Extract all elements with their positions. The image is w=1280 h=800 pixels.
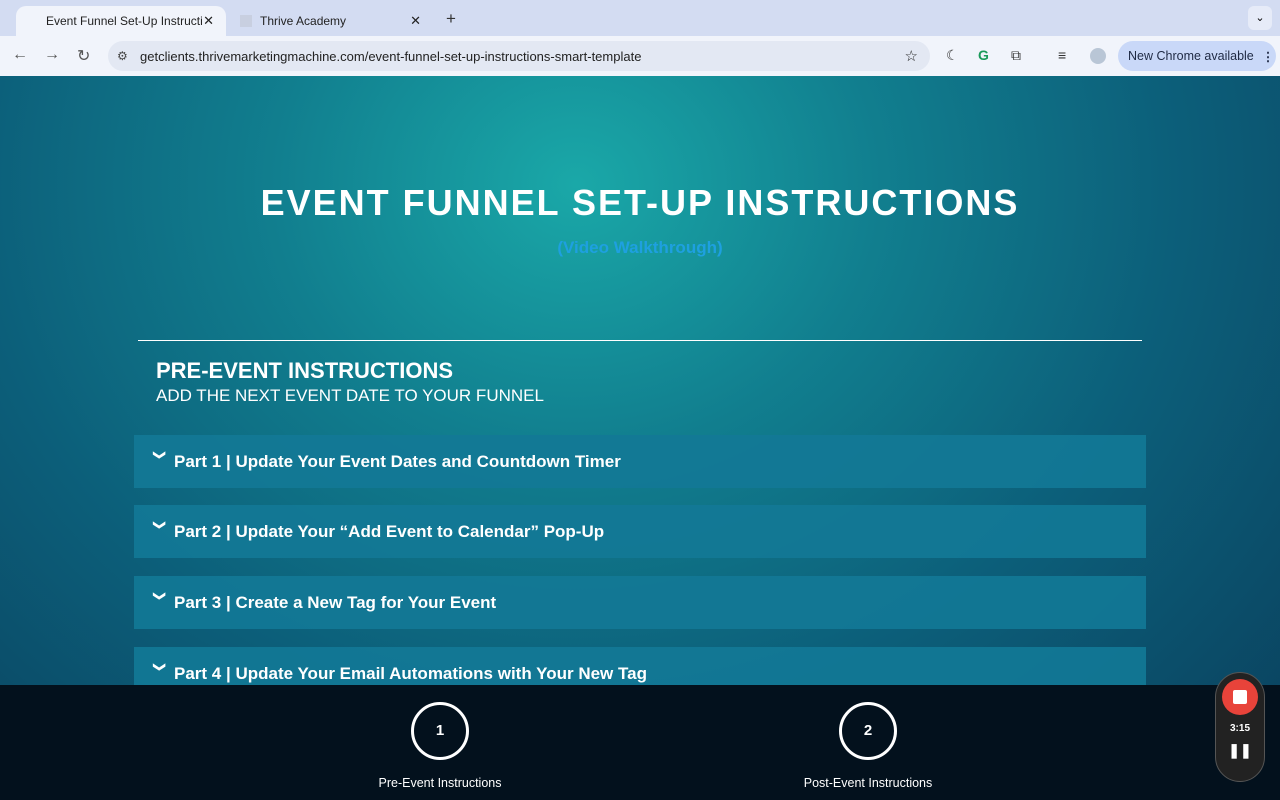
- step-number: 2: [839, 702, 897, 760]
- close-tab-icon[interactable]: ✕: [410, 13, 421, 29]
- menu-dots-icon[interactable]: ⋮: [1262, 49, 1275, 64]
- tab-thrive-academy[interactable]: Thrive Academy ✕: [228, 6, 433, 36]
- step-post-event[interactable]: 2 Post-Event Instructions: [768, 702, 968, 790]
- tab-event-funnel[interactable]: Event Funnel Set-Up Instructi ✕: [16, 6, 226, 36]
- extension-icon[interactable]: ☾: [946, 47, 959, 64]
- new-chrome-available-button[interactable]: New Chrome available ⋮: [1118, 41, 1276, 71]
- accordion-part-1[interactable]: ❯ Part 1 | Update Your Event Dates and Co…: [134, 435, 1146, 488]
- extensions-puzzle-icon[interactable]: ⧉: [1011, 47, 1021, 64]
- update-label: New Chrome available: [1128, 49, 1254, 63]
- divider: [138, 340, 1142, 341]
- forward-icon[interactable]: →: [44, 46, 60, 64]
- grammarly-icon[interactable]: G: [978, 47, 989, 63]
- favicon-icon: [240, 15, 252, 27]
- stop-icon: [1233, 690, 1247, 704]
- page-title: EVENT FUNNEL SET-UP INSTRUCTIONS: [260, 182, 1020, 223]
- tab-bar: Event Funnel Set-Up Instructi ✕ Thrive Ac…: [0, 0, 1280, 36]
- chevron-down-icon: ❯: [153, 519, 167, 530]
- accordion-label: Part 1 | Update Your Event Dates and Cou…: [174, 451, 621, 471]
- accordion-part-2[interactable]: ❯ Part 2 | Update Your “Add Event to Cale…: [134, 505, 1146, 558]
- accordion-label: Part 3 | Create a New Tag for Your Event: [174, 592, 497, 612]
- step-label: Pre-Event Instructions: [378, 776, 502, 790]
- reload-icon[interactable]: ↻: [77, 46, 90, 66]
- stop-recording-button[interactable]: [1222, 679, 1258, 715]
- section-title: PRE-EVENT INSTRUCTIONS: [156, 358, 454, 383]
- close-tab-icon[interactable]: ✕: [203, 13, 214, 29]
- step-navigation: 1 Pre-Event Instructions 2 Post-Event Inst…: [0, 685, 1280, 800]
- tab-search-chevron-icon[interactable]: ⌄: [1248, 6, 1272, 30]
- screen-recorder-widget: 3:15 ❚❚: [1215, 672, 1265, 782]
- recording-time: 3:15: [1229, 723, 1250, 734]
- step-label: Post-Event Instructions: [803, 776, 933, 790]
- chevron-down-icon: ❯: [153, 661, 167, 672]
- profile-avatar[interactable]: [1090, 48, 1106, 64]
- step-number: 1: [411, 702, 469, 760]
- accordion-label: Part 2 | Update Your “Add Event to Calen…: [174, 521, 605, 541]
- accordion-label: Part 4 | Update Your Email Automations w…: [174, 663, 647, 683]
- accordion-part-3[interactable]: ❯ Part 3 | Create a New Tag for Your Even…: [134, 576, 1146, 629]
- url-text: getclients.thrivemarketingmachine.com/ev…: [140, 48, 642, 64]
- video-walkthrough-link[interactable]: (Video Walkthrough): [0, 238, 1280, 258]
- section-subtitle: ADD THE NEXT EVENT DATE TO YOUR FUNNEL: [156, 386, 544, 405]
- chevron-down-icon: ❯: [153, 449, 167, 460]
- media-control-icon[interactable]: ≡: [1058, 47, 1066, 63]
- site-info-icon[interactable]: ⚙: [117, 49, 128, 63]
- new-tab-button[interactable]: +: [446, 9, 456, 29]
- chevron-down-icon: ❯: [153, 590, 167, 601]
- address-bar[interactable]: ⚙ getclients.thrivemarketingmachine.com/…: [108, 41, 930, 71]
- step-pre-event[interactable]: 1 Pre-Event Instructions: [340, 702, 540, 790]
- toolbar: ← → ↻ ⚙ getclients.thrivemarketingmachin…: [0, 36, 1280, 76]
- bookmark-star-icon[interactable]: ☆: [905, 47, 918, 65]
- pause-icon[interactable]: ❚❚: [1216, 742, 1264, 759]
- back-icon[interactable]: ←: [12, 46, 28, 64]
- tab-title: Event Funnel Set-Up Instructi: [46, 14, 203, 28]
- tab-title: Thrive Academy: [260, 14, 347, 28]
